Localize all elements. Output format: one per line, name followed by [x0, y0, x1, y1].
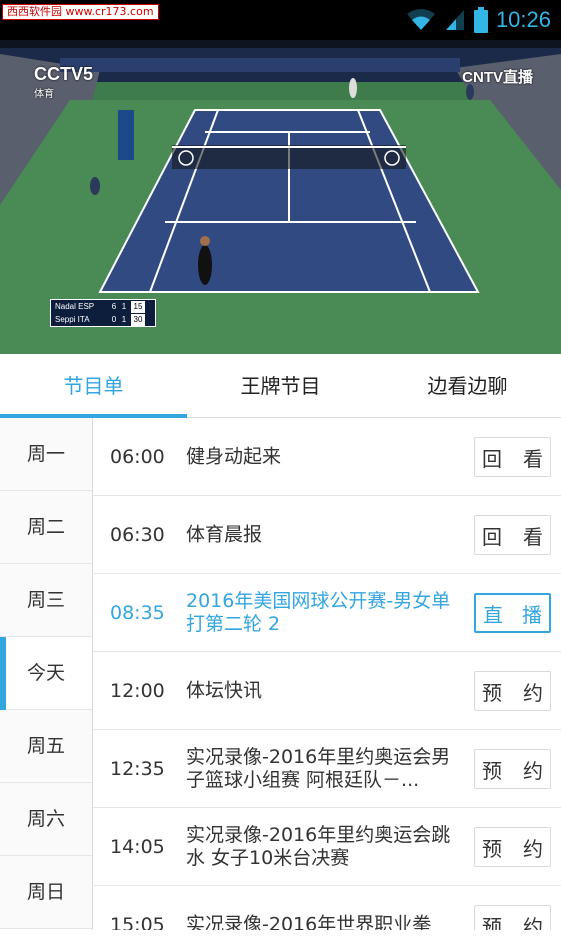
program-row: 12:35 实况录像-2016年里约奥运会男子篮球小组赛 阿根廷队－... 预约 [93, 730, 561, 808]
program-time: 12:35 [110, 758, 165, 780]
tab-top-programs[interactable]: 王牌节目 [187, 354, 374, 417]
tab-watch-and-chat[interactable]: 边看边聊 [374, 354, 561, 417]
program-row: 12:00 体坛快讯 预约 [93, 652, 561, 730]
scoreboard: Nadal ESP 6 1 15 Seppi ITA 0 1 30 [50, 299, 156, 327]
video-player[interactable]: CCTV5 体育 CNTV直播 Nadal ESP 6 1 15 Seppi I… [0, 40, 561, 354]
program-time: 12:00 [110, 680, 165, 702]
day-item-sunday[interactable]: 周日 [0, 856, 92, 929]
channel-sub-label: 体育 [34, 89, 54, 100]
program-row: 06:00 健身动起来 回看 [93, 418, 561, 496]
score-row: Nadal ESP 6 1 15 [51, 300, 155, 313]
live-button[interactable]: 直播 [474, 593, 551, 633]
tab-bar: 节目单 王牌节目 边看边聊 [0, 354, 561, 418]
program-title: 体坛快讯 [186, 679, 263, 701]
day-item-today[interactable]: 今天 [0, 637, 92, 710]
day-list: 周一 周二 周三 今天 周五 周六 周日 [0, 418, 93, 949]
score-row: Seppi ITA 0 1 30 [51, 313, 155, 326]
program-title: 实况录像-2016年里约奥运会男子篮球小组赛 阿根廷队－... [186, 745, 451, 791]
program-time: 06:30 [110, 524, 165, 546]
program-title: 体育晨报 [186, 523, 263, 545]
day-item-monday[interactable]: 周一 [0, 418, 92, 491]
day-item-saturday[interactable]: 周六 [0, 783, 92, 856]
cctv-logo: CCTV5 体育 [34, 64, 94, 100]
program-time: 06:00 [110, 446, 165, 468]
program-title: 2016年美国网球公开赛-男女单打第二轮 2 [186, 589, 451, 635]
cntv-logo: CNTV直播 [462, 69, 533, 86]
tab-schedule[interactable]: 节目单 [0, 354, 187, 417]
status-icons: 10:26 [406, 4, 551, 36]
navigation-bar [0, 930, 561, 949]
day-item-friday[interactable]: 周五 [0, 710, 92, 783]
replay-button[interactable]: 回看 [474, 515, 551, 555]
program-time: 14:05 [110, 836, 165, 858]
wifi-icon [406, 9, 435, 30]
reserve-button[interactable]: 预约 [474, 671, 551, 711]
day-item-wednesday[interactable]: 周三 [0, 564, 92, 637]
status-bar: 西西软件园 www.cr173.com 10:26 [0, 0, 561, 40]
program-row: 08:35 2016年美国网球公开赛-男女单打第二轮 2 直播 [93, 574, 561, 652]
reserve-button[interactable]: 预约 [474, 827, 551, 867]
program-row: 06:30 体育晨报 回看 [93, 496, 561, 574]
program-row: 14:05 实况录像-2016年里约奥运会跳水 女子10米台决赛 预约 [93, 808, 561, 886]
signal-icon [445, 10, 464, 30]
clock: 10:26 [495, 7, 551, 32]
battery-icon [473, 7, 488, 33]
replay-button[interactable]: 回看 [474, 437, 551, 477]
day-item-tuesday[interactable]: 周二 [0, 491, 92, 564]
watermark: 西西软件园 www.cr173.com [2, 4, 159, 20]
program-title: 实况录像-2016年里约奥运会跳水 女子10米台决赛 [186, 823, 451, 869]
program-time: 08:35 [110, 602, 165, 624]
reserve-button[interactable]: 预约 [474, 749, 551, 789]
program-list: 06:00 健身动起来 回看 06:30 体育晨报 回看 08:35 2016年… [93, 418, 561, 949]
program-title: 健身动起来 [186, 445, 282, 467]
